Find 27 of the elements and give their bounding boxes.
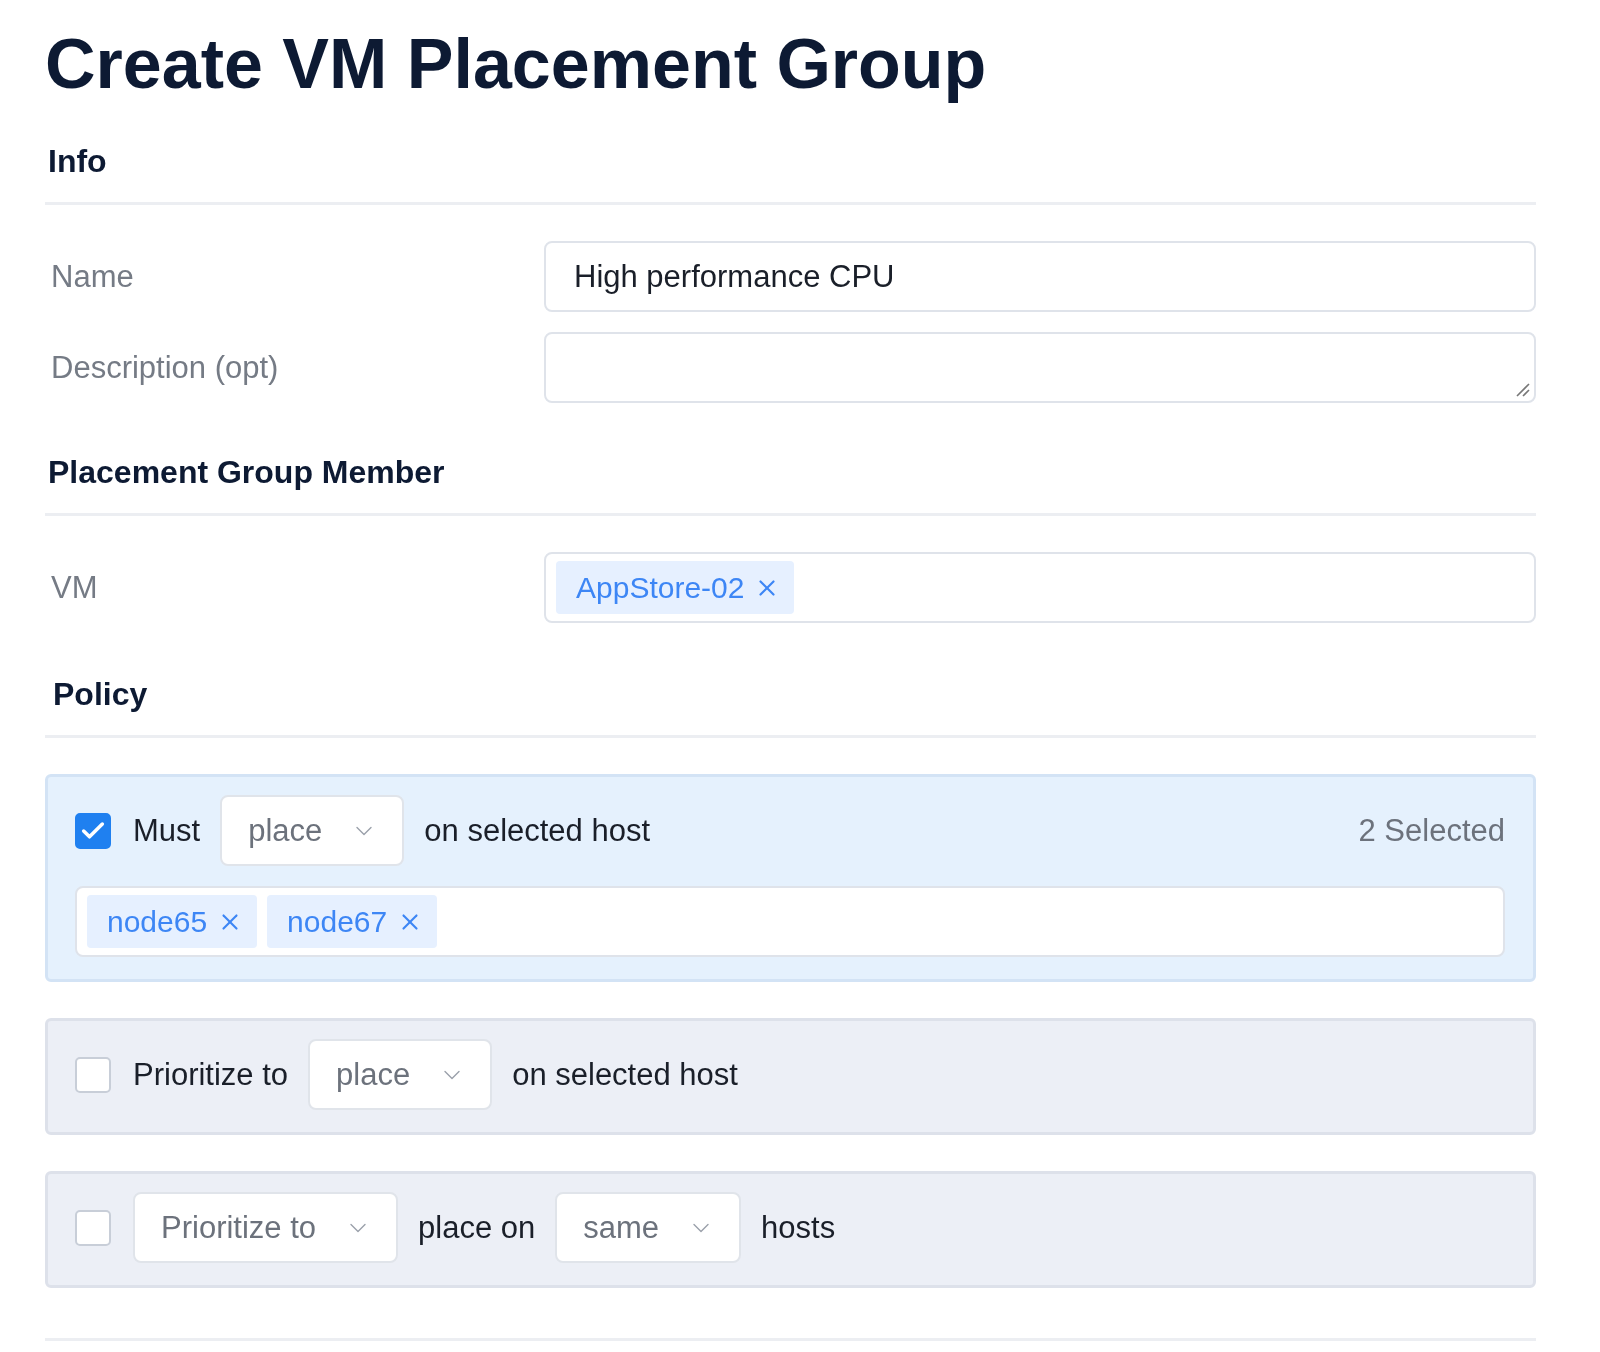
tag: node65 (87, 895, 258, 948)
page-title: Create VM Placement Group (45, 24, 988, 105)
rule-text: on selected host (512, 1056, 738, 1093)
field-label: Description (opt) (50, 349, 280, 386)
section-heading: Info (48, 142, 108, 181)
rule-text: Prioritize to (133, 1056, 289, 1093)
rule-text: on selected host (424, 812, 651, 849)
text-input[interactable]: High performance CPU (544, 241, 1536, 312)
tag: AppStore-02 (556, 561, 795, 614)
rule-text: place on (418, 1209, 536, 1246)
tag-select[interactable]: AppStore-02 (544, 552, 1536, 623)
rule-text: Must (133, 812, 201, 849)
section-heading: Placement Group Member (48, 453, 446, 492)
dropdown[interactable]: place (220, 795, 405, 866)
dropdown[interactable]: same (555, 1192, 742, 1263)
rule-text: hosts (761, 1209, 836, 1246)
dropdown[interactable]: Prioritize to (133, 1192, 399, 1263)
selected-count: 2 Selected (1358, 812, 1505, 849)
tag: node67 (267, 895, 438, 948)
field-label: VM (50, 569, 99, 606)
checkbox[interactable] (75, 812, 111, 849)
field-label: Name (50, 258, 135, 295)
section-heading: Policy (53, 675, 149, 714)
checkbox[interactable] (75, 1056, 111, 1093)
checkbox[interactable] (75, 1209, 111, 1246)
host-tag-select[interactable]: node65 node67 (75, 886, 1505, 957)
dropdown[interactable]: place (308, 1039, 493, 1110)
